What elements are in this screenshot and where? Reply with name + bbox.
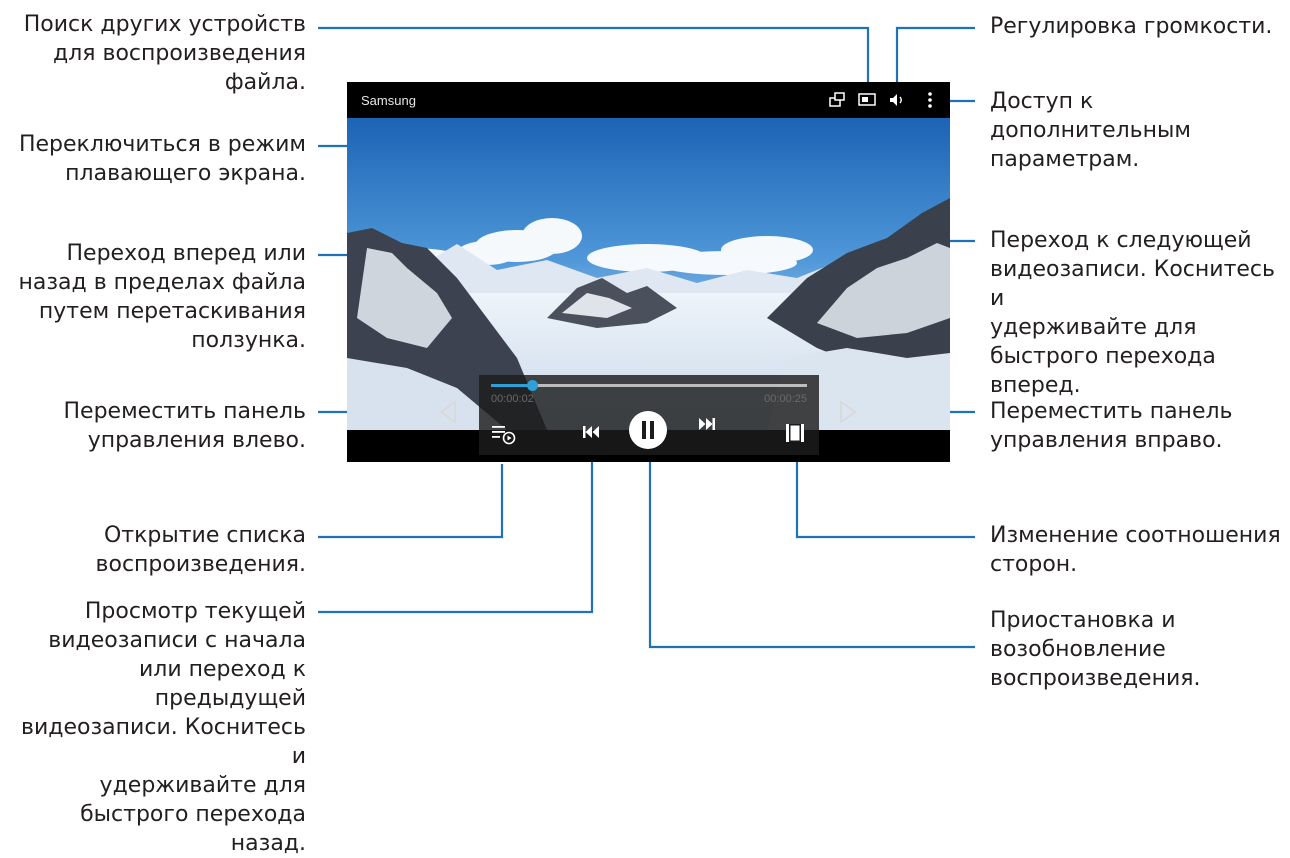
pause-icon[interactable] [628, 410, 668, 450]
leader-playlist [318, 464, 504, 539]
seek-bar[interactable] [491, 380, 807, 391]
seek-bar-progress [491, 384, 532, 387]
previous-icon[interactable] [583, 426, 599, 438]
callout-ratio: Изменение соотношения сторон. [990, 523, 1281, 577]
callout-move-right: Переместить панель управления вправо. [990, 399, 1233, 453]
callout-next: Переход к следующей видеозаписи. Косните… [990, 228, 1275, 398]
playlist-icon[interactable] [491, 423, 517, 445]
callout-popup-mode: Переключиться в режим плавающего экрана. [18, 132, 306, 186]
callout-more: Доступ к дополнительным параметрам. [990, 89, 1191, 172]
more-options-icon[interactable] [920, 90, 940, 110]
total-duration: 00:00:25 [764, 393, 807, 405]
leader-search-devices [318, 26, 870, 85]
volume-icon[interactable] [887, 90, 907, 110]
leader-pause [648, 460, 975, 649]
screen-mirroring-icon[interactable] [857, 90, 877, 110]
callout-pause: Приостановка и возобновление воспроизвед… [990, 608, 1201, 691]
player-top-bar: Samsung [347, 82, 950, 118]
aspect-ratio-icon[interactable] [785, 423, 805, 443]
move-right-arrow-icon[interactable] [837, 399, 859, 425]
popup-window-icon[interactable] [827, 90, 847, 110]
video-title: Samsung [361, 93, 416, 108]
callout-move-left: Переместить панель управления влево. [63, 399, 306, 453]
callout-seek: Переход вперед или назад в пределах файл… [18, 241, 306, 353]
elapsed-time: 00:00:02 [491, 393, 534, 405]
callout-playlist: Открытие списка воспроизведения. [95, 523, 306, 577]
callout-search-devices: Поиск других устройств для воспроизведен… [23, 12, 306, 95]
callout-volume: Регулировка громкости. [990, 14, 1273, 39]
control-panel: 00:00:02 00:00:25 [479, 375, 819, 455]
leader-volume [895, 26, 975, 85]
video-player: Samsung 00:00:02 00:00:25 [347, 82, 950, 462]
move-left-arrow-icon[interactable] [437, 399, 459, 425]
seek-bar-thumb[interactable] [527, 380, 538, 391]
next-icon[interactable] [699, 418, 715, 430]
leader-previous [318, 437, 594, 614]
callout-previous: Просмотр текущей видеозаписи с начала ил… [21, 599, 306, 856]
